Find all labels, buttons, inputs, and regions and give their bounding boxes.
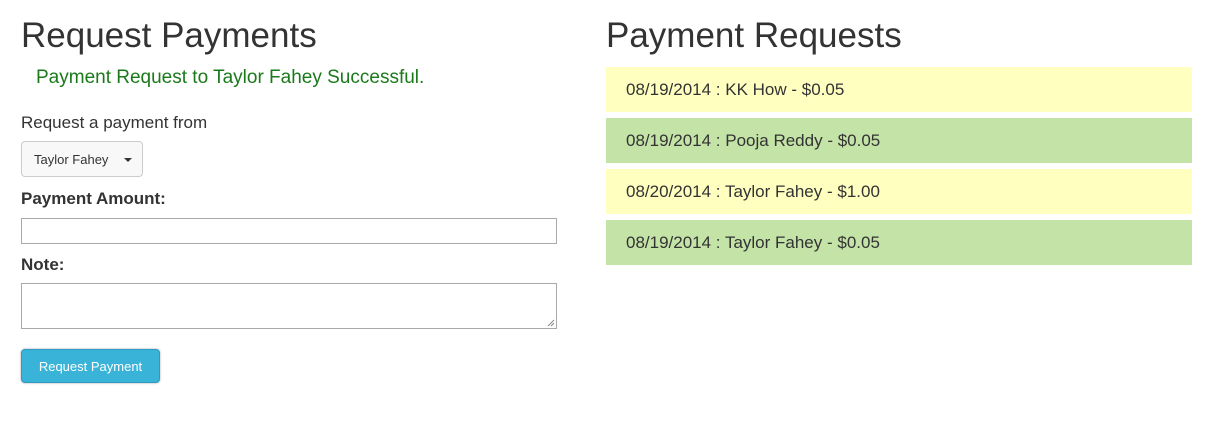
payment-request-item: 08/19/2014 : Taylor Fahey - $0.05: [606, 220, 1192, 265]
request-payments-title: Request Payments: [21, 16, 317, 55]
request-from-dropdown[interactable]: Taylor Fahey: [21, 141, 143, 177]
payment-amount-input[interactable]: [21, 218, 557, 244]
note-textarea[interactable]: [21, 283, 557, 329]
request-from-selected: Taylor Fahey: [34, 151, 109, 167]
payment-request-item: 08/20/2014 : Taylor Fahey - $1.00: [606, 169, 1192, 214]
request-from-label: Request a payment from: [21, 113, 208, 132]
payment-request-item: 08/19/2014 : Pooja Reddy - $0.05: [606, 118, 1192, 163]
payment-requests-title: Payment Requests: [606, 16, 902, 55]
payment-request-item: 08/19/2014 : KK How - $0.05: [606, 67, 1192, 112]
payment-amount-label: Payment Amount:: [21, 189, 166, 208]
caret-down-icon: [124, 158, 132, 162]
page: Request Payments Payment Request to Tayl…: [0, 0, 1215, 423]
payment-requests-list: 08/19/2014 : KK How - $0.05 08/19/2014 :…: [606, 67, 1192, 271]
note-field-wrapper: [21, 283, 557, 329]
success-message: Payment Request to Taylor Fahey Successf…: [36, 67, 425, 88]
request-payment-button[interactable]: Request Payment: [21, 349, 160, 383]
note-label: Note:: [21, 255, 65, 274]
